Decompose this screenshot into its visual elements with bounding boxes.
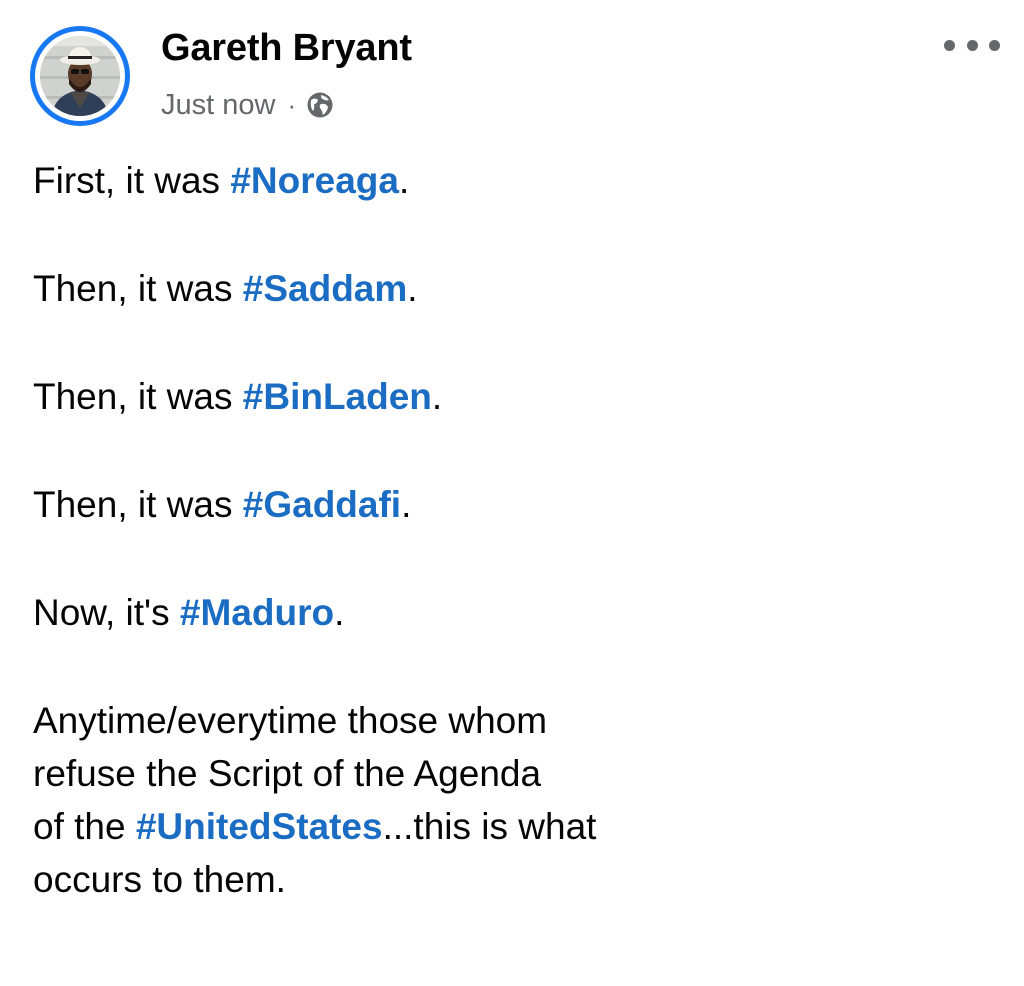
more-options-icon — [989, 39, 1000, 51]
post-text: . — [398, 160, 410, 201]
post-text: Then, it was — [33, 268, 243, 309]
post-text: . — [407, 268, 418, 309]
post-header: Gareth Bryant Just now · — [0, 0, 1024, 150]
post-closing-paragraph: Anytime/everytime those whom refuse the … — [33, 694, 596, 906]
post-text: First, it was — [33, 160, 231, 201]
post-text: Now, it's — [33, 592, 180, 633]
post-text: Then, it was — [33, 484, 243, 525]
meta-separator: · — [287, 89, 297, 120]
post-text: Then, it was — [33, 376, 243, 417]
hashtag-link[interactable]: #Saddam — [243, 268, 408, 309]
post-text: . — [401, 484, 412, 525]
post-line: First, it was #Noreaga. — [33, 154, 409, 207]
author-name[interactable]: Gareth Bryant — [161, 27, 412, 70]
post-line: Then, it was #BinLaden. — [33, 370, 442, 423]
more-options-icon — [944, 39, 955, 51]
post-text: . — [334, 592, 345, 633]
profile-photo — [40, 36, 120, 116]
globe-icon[interactable] — [306, 91, 334, 119]
hashtag-link[interactable]: #Maduro — [180, 592, 334, 633]
hashtag-link[interactable]: #Gaddafi — [243, 484, 401, 525]
post-timestamp[interactable]: Just now — [161, 89, 275, 122]
post-line: Now, it's #Maduro. — [33, 586, 344, 639]
hashtag-link[interactable]: #BinLaden — [243, 376, 432, 417]
post-text: . — [431, 376, 443, 417]
post-line: Then, it was #Saddam. — [33, 262, 418, 315]
more-options-icon — [966, 39, 978, 51]
post-meta: Just now · — [161, 87, 334, 123]
more-options-button[interactable] — [944, 30, 1000, 60]
avatar[interactable] — [30, 26, 130, 126]
post-line: Then, it was #Gaddafi. — [33, 478, 411, 531]
hashtag-link[interactable]: #Noreaga — [230, 160, 399, 201]
hashtag-link[interactable]: #UnitedStates — [136, 806, 383, 847]
